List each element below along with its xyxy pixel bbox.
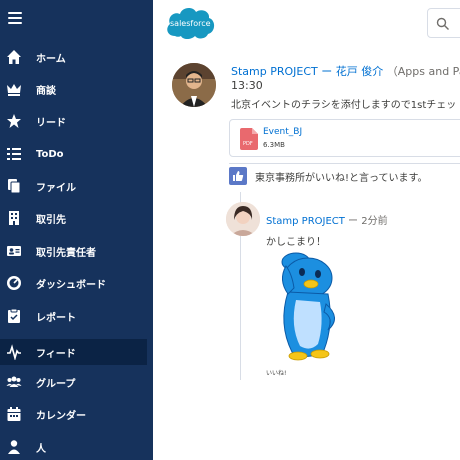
like-thumb-icon[interactable] <box>229 167 247 185</box>
post-timestamp: 13:30 <box>231 79 263 92</box>
file-icon <box>6 178 22 194</box>
crown-icon <box>6 81 22 97</box>
post-body-text: 北京イベントのチラシを添付しますので1stチェッ <box>231 100 457 111</box>
sidebar-item-reports[interactable]: レポート <box>0 303 153 329</box>
file-name[interactable]: Event_BJ <box>263 127 302 137</box>
sidebar-item-label: グループ <box>36 378 76 390</box>
sidebar-item-label: 商談 <box>36 85 56 97</box>
sticker-caption: いいね! <box>266 370 287 377</box>
sidebar-item-label: 取引先責任者 <box>36 247 96 259</box>
home-icon <box>6 49 22 65</box>
sidebar-item-feed[interactable]: フィード <box>0 339 147 365</box>
salesforce-app: ホーム 商談 リード ToDo ファイル 取引先 取引先責任者 ダッシュボード … <box>0 0 460 460</box>
sidebar-item-label: ダッシュボード <box>36 279 106 291</box>
comment-author-avatar[interactable] <box>226 202 260 236</box>
search-input[interactable] <box>427 8 460 38</box>
sidebar-item-label: 取引先 <box>36 214 66 226</box>
pdf-type-label: PDF <box>243 141 253 147</box>
sidebar-item-files[interactable]: ファイル <box>0 173 153 199</box>
sidebar-item-dashboards[interactable]: ダッシュボード <box>0 270 153 296</box>
sidebar-item-leads[interactable]: リード <box>0 108 153 134</box>
post-author-avatar[interactable] <box>172 63 216 107</box>
sidebar-item-calendar[interactable]: カレンダー <box>0 401 153 427</box>
sidebar-item-label: カレンダー <box>36 410 86 422</box>
sidebar: ホーム 商談 リード ToDo ファイル 取引先 取引先責任者 ダッシュボード … <box>0 0 153 460</box>
sidebar-item-home[interactable]: ホーム <box>0 44 153 70</box>
group-icon <box>6 374 22 390</box>
sidebar-item-label: リード <box>36 117 66 129</box>
sidebar-item-label: ToDo <box>36 148 64 160</box>
star-icon <box>6 113 22 129</box>
salesforce-logo[interactable]: salesforce <box>163 4 217 42</box>
penguin-sticker-image <box>266 244 344 366</box>
sidebar-item-contacts[interactable]: 取引先責任者 <box>0 238 153 264</box>
sidebar-item-todo[interactable]: ToDo <box>0 141 153 167</box>
logo-text: salesforce <box>170 19 211 28</box>
comment-author-link[interactable]: Stamp PROJECT <box>266 216 345 227</box>
sidebar-item-groups[interactable]: グループ <box>0 369 153 395</box>
like-summary: 東京事務所がいいね!と言っています。 <box>229 163 460 187</box>
person-icon <box>6 439 22 455</box>
sidebar-item-opportunities[interactable]: 商談 <box>0 76 153 102</box>
sidebar-item-label: 人 <box>36 443 46 455</box>
feed-main: salesforce Stamp PROJECT ー 花戸 俊介 （Apps a… <box>153 0 460 460</box>
post-author-link[interactable]: Stamp PROJECT <box>231 65 318 78</box>
comment-timestamp: ー 2分前 <box>344 216 388 227</box>
hamburger-menu-icon[interactable] <box>8 12 22 24</box>
pdf-file-icon: PDF <box>240 128 258 150</box>
sidebar-item-people[interactable]: 人 <box>0 434 153 460</box>
file-size: 6.3MB <box>263 141 285 149</box>
post-header: Stamp PROJECT ー 花戸 俊介 （Apps and Par <box>231 63 460 79</box>
dashboard-gauge-icon <box>6 275 22 291</box>
clipboard-icon <box>6 308 22 324</box>
post-app-link[interactable]: （Apps and Par <box>387 65 460 78</box>
calendar-icon <box>6 406 22 422</box>
post-separator: ー <box>321 65 333 78</box>
feed-pulse-icon <box>6 344 22 360</box>
like-text: 東京事務所がいいね!と言っています。 <box>255 173 428 184</box>
file-attachment[interactable]: PDF Event_BJ 6.3MB <box>229 119 460 157</box>
task-list-icon <box>6 146 22 162</box>
sidebar-item-label: フィード <box>36 348 76 360</box>
post-target-link[interactable]: 花戸 俊介 <box>336 65 384 78</box>
sidebar-item-accounts[interactable]: 取引先 <box>0 205 153 231</box>
sidebar-item-label: ファイル <box>36 182 76 194</box>
comment-header: Stamp PROJECT ー 2分前 <box>266 212 388 227</box>
building-icon <box>6 210 22 226</box>
sidebar-item-label: レポート <box>36 312 76 324</box>
sidebar-item-label: ホーム <box>36 53 66 65</box>
contact-card-icon <box>6 243 22 259</box>
